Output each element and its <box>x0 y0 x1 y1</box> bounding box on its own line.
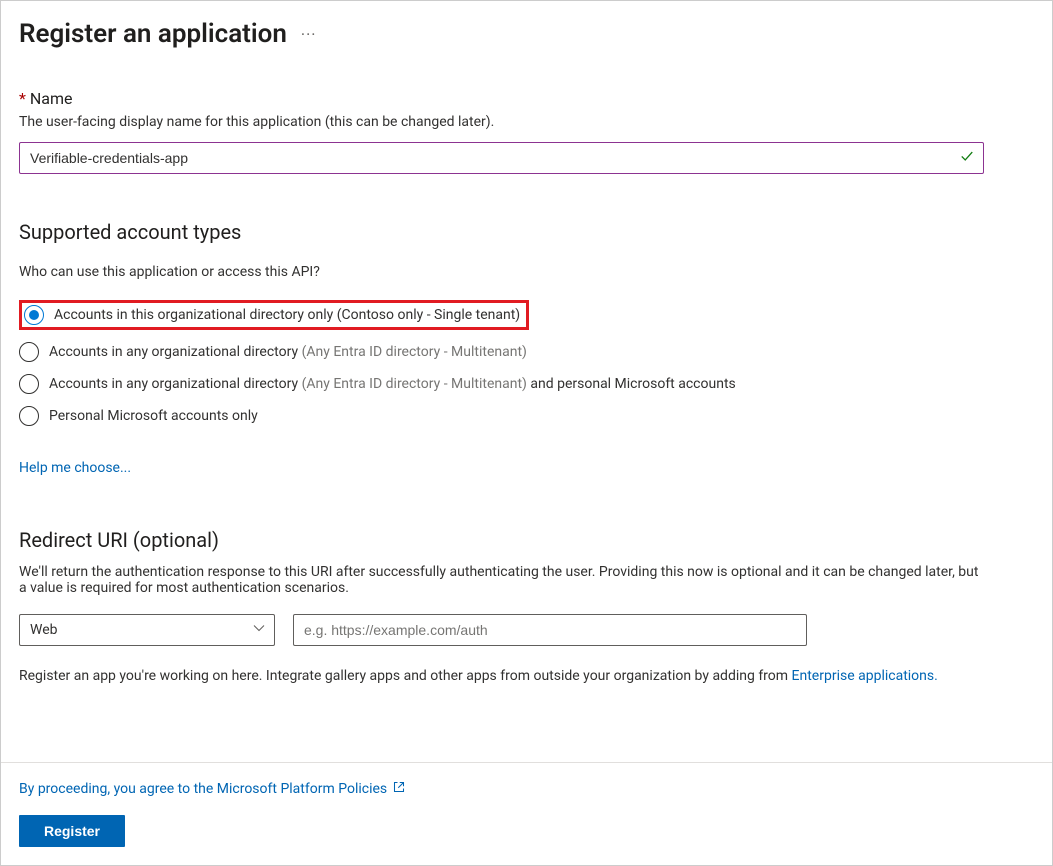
platform-policies-link[interactable]: By proceeding, you agree to the Microsof… <box>19 781 1034 797</box>
platform-select[interactable]: Web <box>19 614 275 646</box>
radio-multitenant[interactable] <box>19 342 39 362</box>
check-icon <box>960 149 974 167</box>
required-star-icon: * <box>19 89 26 108</box>
radio-multitenant-personal[interactable] <box>19 374 39 394</box>
help-me-choose-link[interactable]: Help me choose... <box>19 460 1034 476</box>
account-types-heading: Supported account types <box>19 220 1034 244</box>
redirect-heading: Redirect URI (optional) <box>19 528 1034 552</box>
account-types-sub: Who can use this application or access t… <box>19 264 1034 280</box>
radio-personal-only[interactable] <box>19 406 39 426</box>
account-types-radio-group: Accounts in this organizational director… <box>19 294 1034 432</box>
page-title: Register an application <box>19 19 287 49</box>
radio-single-tenant[interactable] <box>24 305 44 325</box>
enterprise-apps-info: Register an app you're working on here. … <box>19 668 1034 684</box>
redirect-description: We'll return the authentication response… <box>19 564 979 596</box>
register-button[interactable]: Register <box>19 815 125 847</box>
name-label: *Name <box>19 89 1034 108</box>
external-link-icon <box>393 781 405 797</box>
radio-label-multitenant-personal[interactable]: Accounts in any organizational directory… <box>49 376 736 392</box>
divider <box>1 762 1052 763</box>
chevron-down-icon <box>253 622 265 638</box>
platform-select-value: Web <box>30 622 58 638</box>
redirect-uri-input[interactable] <box>293 614 807 646</box>
radio-label-personal-only[interactable]: Personal Microsoft accounts only <box>49 408 258 424</box>
name-description: The user-facing display name for this ap… <box>19 114 1034 130</box>
radio-label-single-tenant[interactable]: Accounts in this organizational director… <box>54 307 520 323</box>
highlighted-option-box: Accounts in this organizational director… <box>19 300 529 330</box>
more-actions-icon[interactable]: ··· <box>301 25 317 44</box>
name-input[interactable] <box>19 142 984 174</box>
radio-label-multitenant[interactable]: Accounts in any organizational directory… <box>49 344 527 360</box>
enterprise-applications-link[interactable]: Enterprise applications. <box>792 668 938 684</box>
